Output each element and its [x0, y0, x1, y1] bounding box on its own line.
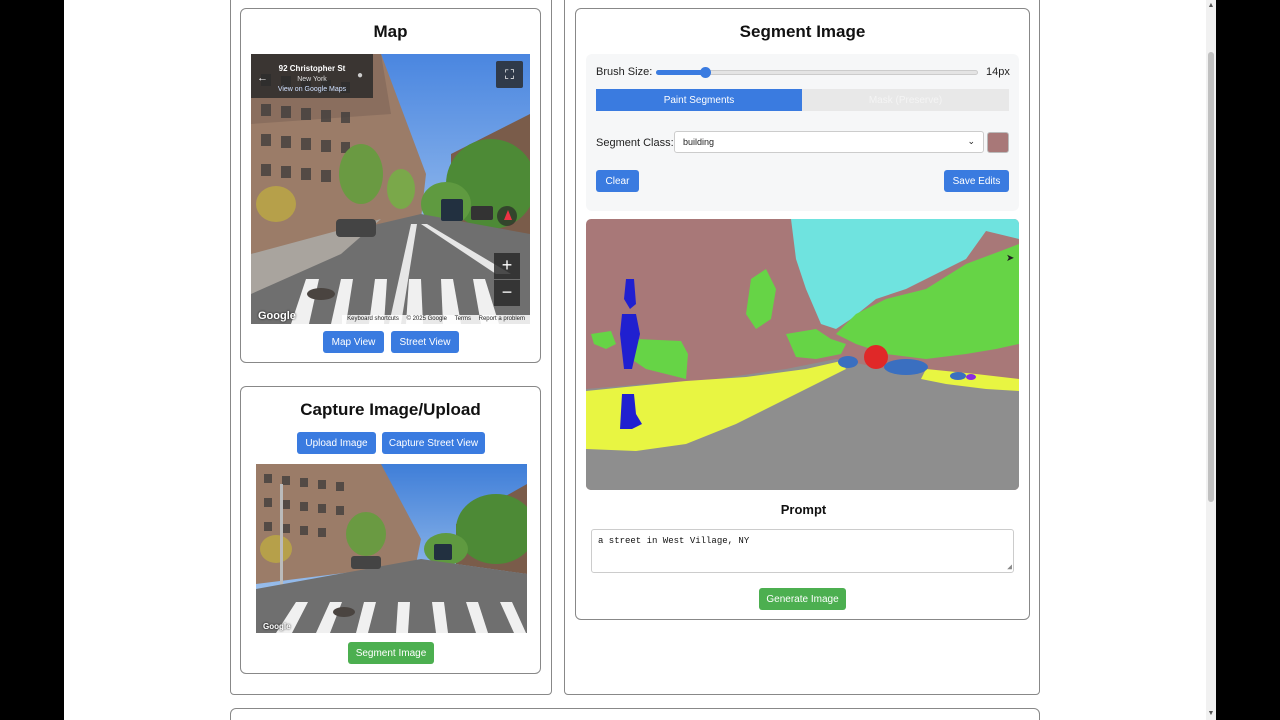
street-view-city: New York — [297, 76, 327, 83]
bottom-card — [230, 708, 1040, 720]
street-view-info-box: ← 92 Christopher St New York View on Goo… — [251, 54, 373, 98]
capture-card-title: Capture Image/Upload — [300, 400, 481, 419]
prompt-textarea[interactable]: a street in West Village, NY ◢ — [591, 529, 1014, 573]
brush-size-value: 14px — [986, 66, 1010, 78]
google-logo: Google — [258, 310, 296, 322]
clear-button[interactable]: Clear — [596, 170, 639, 192]
scroll-down-icon[interactable]: ▼ — [1206, 708, 1216, 720]
map-view-button[interactable]: Map View — [323, 331, 384, 353]
fullscreen-icon[interactable]: ⛶ — [496, 61, 523, 88]
save-edits-button[interactable]: Save Edits — [944, 170, 1009, 192]
segment-class-label: Segment Class: — [596, 137, 674, 149]
upload-image-button[interactable]: Upload Image — [297, 432, 376, 454]
capture-street-view-button[interactable]: Capture Street View — [382, 432, 485, 454]
page: Map ← 92 Christopher St New York View on… — [64, 0, 1206, 720]
segment-class-select[interactable]: building ⌄ — [674, 131, 984, 153]
scrollbar-thumb[interactable] — [1208, 52, 1214, 502]
captured-google-logo: Google — [263, 622, 291, 631]
page-scrollbar[interactable]: ▲ ▼ — [1206, 0, 1216, 720]
tab-mask-preserve[interactable]: Mask (Preserve) — [802, 89, 1009, 111]
compass-icon[interactable] — [497, 206, 517, 226]
brush-size-label: Brush Size: — [596, 66, 653, 78]
segmentation-canvas[interactable]: ➤ — [586, 219, 1019, 490]
resize-grip-icon[interactable]: ◢ — [1007, 562, 1012, 572]
prompt-text: a street in West Village, NY — [598, 536, 750, 546]
brush-size-thumb[interactable] — [700, 67, 712, 78]
segment-class-value: building — [683, 137, 715, 147]
segment-toolbox: Brush Size: 14px Paint Segments Mask (Pr… — [586, 54, 1019, 211]
view-on-google-maps-link[interactable]: View on Google Maps — [269, 86, 355, 93]
back-arrow-icon[interactable]: ← — [257, 72, 268, 84]
keyboard-shortcuts-link[interactable]: Keyboard shortcuts — [347, 316, 399, 322]
generate-image-button[interactable]: Generate Image — [759, 588, 846, 610]
chevron-down-icon: ⌄ — [967, 136, 975, 146]
street-view-button[interactable]: Street View — [391, 331, 459, 353]
capture-card: Capture Image/Upload Upload Image Captur… — [240, 386, 541, 674]
segment-image-button[interactable]: Segment Image — [348, 642, 434, 664]
report-problem-link[interactable]: Report a problem — [479, 316, 525, 322]
brush-size-slider[interactable] — [656, 67, 978, 78]
map-card: Map ← 92 Christopher St New York View on… — [240, 8, 541, 363]
segment-class-color-swatch — [987, 132, 1009, 153]
street-view-panorama[interactable]: ← 92 Christopher St New York View on Goo… — [251, 54, 530, 324]
segment-card: Segment Image Brush Size: 14px Paint Seg… — [575, 8, 1030, 620]
street-view-footer: Keyboard shortcuts © 2025 Google Terms R… — [342, 315, 530, 324]
terms-link[interactable]: Terms — [455, 316, 471, 322]
scroll-up-icon[interactable]: ▲ — [1206, 0, 1216, 12]
prompt-title: Prompt — [780, 502, 827, 517]
mouse-cursor-icon: ➤ — [1006, 253, 1015, 264]
map-card-title: Map — [373, 22, 408, 41]
right-margin — [1216, 0, 1280, 720]
tab-paint-segments[interactable]: Paint Segments — [596, 89, 802, 111]
copyright-text: © 2025 Google — [406, 316, 447, 322]
segment-card-title: Segment Image — [739, 22, 866, 41]
zoom-out-button[interactable]: − — [494, 280, 520, 306]
street-view-address: 92 Christopher St — [278, 64, 346, 73]
captured-street-image — [256, 464, 527, 633]
segmentation-mask — [586, 219, 1019, 490]
captured-image: Google — [256, 464, 527, 633]
brush-size-fill — [656, 70, 705, 75]
zoom-in-button[interactable]: + — [494, 253, 520, 279]
location-pin-icon: ● — [357, 70, 364, 81]
